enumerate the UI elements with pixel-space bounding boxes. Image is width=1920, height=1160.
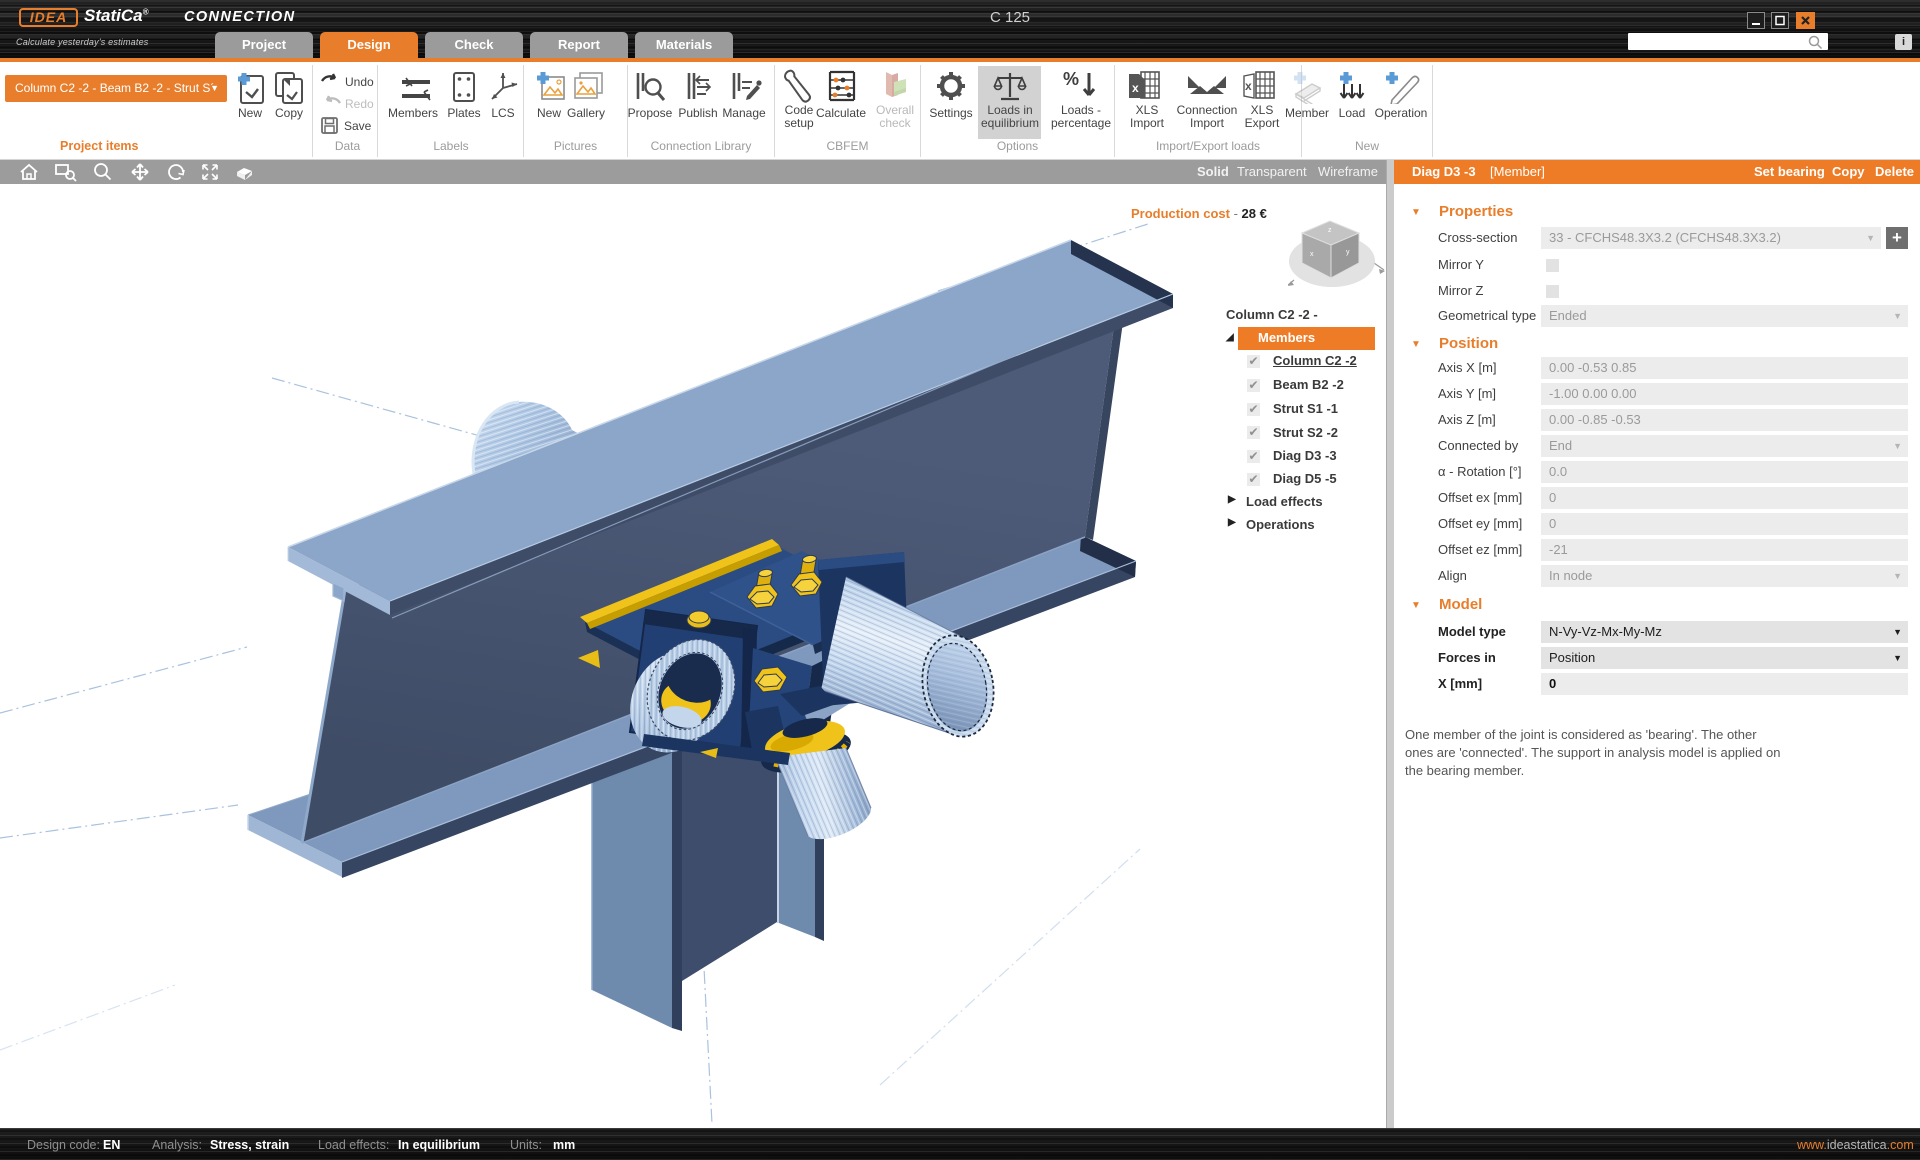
- svg-text:z: z: [1328, 227, 1332, 234]
- svg-text:x: x: [1132, 81, 1139, 95]
- svg-text:y: y: [1346, 249, 1350, 256]
- svg-text:x: x: [1310, 251, 1314, 258]
- svg-text:x: x: [1245, 79, 1252, 93]
- svg-text:%: %: [1063, 69, 1079, 89]
